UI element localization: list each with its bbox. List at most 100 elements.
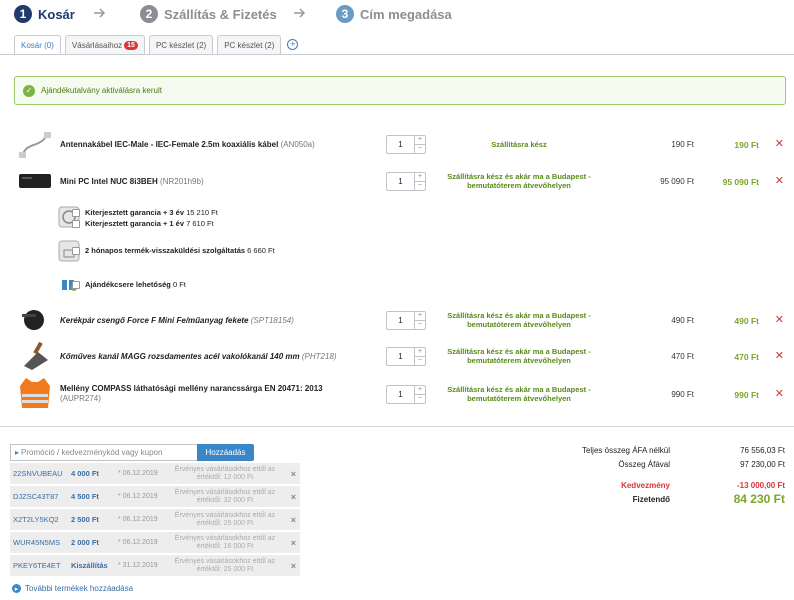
tab-pc-set-2[interactable]: PC készlet (2): [217, 35, 282, 54]
quantity-stepper[interactable]: 1 + −: [386, 135, 426, 154]
coupon-remove-icon[interactable]: ×: [291, 515, 296, 525]
option-label: Kiterjesztett garancia + 1 év: [85, 219, 185, 228]
summary-total: 84 230 Ft: [733, 492, 785, 506]
return-service-option[interactable]: 2 hónapos termék-visszaküldési szolgálta…: [72, 246, 275, 255]
summary-value: 76 556,03 Ft: [740, 446, 785, 455]
step-cart[interactable]: 1 Kosár: [14, 4, 75, 24]
coupon-amount: 2 500 Ft: [71, 515, 99, 524]
quantity-stepper[interactable]: 1 + −: [386, 172, 426, 191]
cart-item: Kőműves kanál MAGG rozsdamentes acél vak…: [14, 340, 786, 372]
product-sku: (AN050a): [280, 140, 315, 149]
step-shipping[interactable]: 2 Szállítás & Fizetés: [140, 4, 277, 24]
coupon-row[interactable]: DJZSC43T87 4 500 Ft * 06.12.2019 Érvényes v…: [10, 486, 300, 507]
checkbox[interactable]: [72, 280, 80, 289]
decrement-icon[interactable]: −: [415, 395, 425, 403]
coupon-code: WUR45N5MS: [13, 538, 61, 547]
summary-label: Kedvezmény: [621, 481, 670, 490]
unit-price: 95 090 Ft: [660, 177, 694, 186]
stock-status: Szállításra kész és akár ma a Budapest -…: [447, 311, 591, 329]
option-label: 2 hónapos termék-visszaküldési szolgálta…: [85, 246, 246, 255]
quantity-stepper[interactable]: 1 + −: [386, 311, 426, 330]
coupon-row[interactable]: X2T2LY5KQ2 2 500 Ft * 06.12.2019 Érvényes v…: [10, 509, 300, 530]
coupon-remove-icon[interactable]: ×: [291, 538, 296, 548]
coupon-code: X2T2LY5KQ2: [13, 515, 59, 524]
gift-exchange-option[interactable]: Ajándékcsere lehetőség 0 Ft: [72, 280, 186, 289]
remove-icon[interactable]: ✕: [775, 313, 784, 326]
coupon-remove-icon[interactable]: ×: [291, 492, 296, 502]
cart-tabs: Kosár (0) Vásárlásaihoz 15 PC készlet (2)…: [14, 35, 299, 54]
decrement-icon[interactable]: −: [415, 182, 425, 190]
promo-code-form: ▸ Promóció / kedvezménykód vagy kupon Hoz…: [10, 444, 254, 461]
coupon-row[interactable]: 22SNVUBEAU 4 000 Ft * 06.12.2019 Érvényes v…: [10, 463, 300, 484]
option-price: 6 660 Ft: [247, 246, 275, 255]
add-tab-icon[interactable]: +: [287, 39, 299, 50]
coupon-condition: Érvényes vásárlásokhoz ettől az értéktől…: [174, 465, 276, 481]
checkbox[interactable]: [72, 246, 80, 255]
stock-status: Szállításra kész: [491, 140, 547, 149]
checkbox[interactable]: [72, 219, 80, 228]
coupon-code: PKEY6TE4ET: [13, 561, 61, 570]
option-label: Ajándékcsere lehetőség: [85, 280, 171, 289]
coupon-remove-icon[interactable]: ×: [291, 469, 296, 479]
increment-icon[interactable]: +: [415, 136, 425, 145]
remove-icon[interactable]: ✕: [775, 387, 784, 400]
tab-cart[interactable]: Kosár (0): [14, 35, 61, 54]
quantity-value: 1: [398, 140, 403, 149]
remove-icon[interactable]: ✕: [775, 349, 784, 362]
option-label: Kiterjesztett garancia + 3 év: [85, 208, 185, 217]
coupon-code: DJZSC43T87: [13, 492, 59, 501]
quantity-value: 1: [398, 177, 403, 186]
remove-icon[interactable]: ✕: [775, 137, 784, 150]
product-title: Kerékpár csengő Force F Mini Fe/műanyag …: [60, 316, 249, 325]
safety-vest-image: [20, 378, 50, 408]
summary-value: -13 000,00 Ft: [736, 481, 785, 490]
warranty-1y-option[interactable]: Kiterjesztett garancia + 1 év 7 610 Ft: [72, 219, 214, 228]
tab-purchases[interactable]: Vásárlásaihoz 15: [64, 35, 145, 54]
summary-label: Összeg Áfával: [618, 460, 670, 469]
product-sku: (PHT218): [301, 352, 337, 361]
quantity-stepper[interactable]: 1 + −: [386, 347, 426, 366]
coupon-amount: 2 000 Ft: [71, 538, 99, 547]
step-label: Szállítás & Fizetés: [164, 6, 277, 22]
add-more-products-link[interactable]: ▸ További termékek hozzáadása: [12, 584, 133, 593]
line-total: 95 090 Ft: [722, 177, 759, 187]
line-total: 990 Ft: [734, 390, 759, 400]
cart-item: Mellény COMPASS láthatósági mellény nara…: [14, 376, 786, 412]
checkbox[interactable]: [72, 208, 80, 217]
tab-pc-set-1[interactable]: PC készlet (2): [148, 35, 214, 54]
step-address[interactable]: 3 Cím megadása: [336, 4, 452, 24]
success-alert: ✓ Ajándékutalvány aktiválásra kerult: [14, 76, 786, 105]
coupon-row[interactable]: PKEY6TE4ET Kiszállítás * 31.12.2019 Érvénye…: [10, 555, 300, 576]
product-name[interactable]: Antennakábel IEC-Male - IEC-Female 2.5m …: [60, 140, 315, 149]
coupon-remove-icon[interactable]: ×: [291, 561, 296, 571]
stock-status: Szállításra kész és akár ma a Budapest -…: [447, 172, 591, 190]
check-icon: ✓: [23, 84, 35, 97]
increment-icon[interactable]: +: [415, 348, 425, 357]
step-number: 3: [336, 5, 354, 23]
product-name[interactable]: Mellény COMPASS láthatósági mellény nara…: [60, 384, 380, 404]
summary-net: Teljes összeg ÁFA nélkül 76 556,03 Ft: [485, 446, 785, 458]
decrement-icon[interactable]: −: [415, 357, 425, 365]
coupon-code: 22SNVUBEAU: [13, 469, 63, 478]
increment-icon[interactable]: +: [415, 312, 425, 321]
coupon-row[interactable]: WUR45N5MS 2 000 Ft * 06.12.2019 Érvényes vá…: [10, 532, 300, 553]
increment-icon[interactable]: +: [415, 386, 425, 395]
decrement-icon[interactable]: −: [415, 321, 425, 329]
quantity-stepper[interactable]: 1 + −: [386, 385, 426, 404]
product-title: Mini PC Intel NUC 8i3BEH: [60, 177, 158, 186]
summary-value: 97 230,00 Ft: [740, 460, 785, 469]
stock-status: Szállításra kész és akár ma a Budapest -…: [447, 347, 591, 365]
remove-icon[interactable]: ✕: [775, 174, 784, 187]
product-name[interactable]: Kőműves kanál MAGG rozsdamentes acél vak…: [60, 352, 337, 361]
product-name[interactable]: Mini PC Intel NUC 8i3BEH (NR201h9b): [60, 177, 204, 186]
cart-item: Mini PC Intel NUC 8i3BEH (NR201h9b) 1 + − …: [14, 166, 786, 196]
decrement-icon[interactable]: −: [415, 145, 425, 153]
unit-price: 990 Ft: [671, 390, 694, 399]
product-name[interactable]: Kerékpár csengő Force F Mini Fe/műanyag …: [60, 316, 294, 325]
summary-label: Fizetendő: [632, 495, 670, 504]
increment-icon[interactable]: +: [415, 173, 425, 182]
add-promo-button[interactable]: Hozzáadás: [197, 444, 254, 461]
warranty-3y-option[interactable]: Kiterjesztett garancia + 3 év 15 210 Ft: [72, 208, 218, 217]
product-sku: (SPT18154): [250, 316, 294, 325]
promo-code-input[interactable]: ▸ Promóció / kedvezménykód vagy kupon: [10, 444, 197, 461]
